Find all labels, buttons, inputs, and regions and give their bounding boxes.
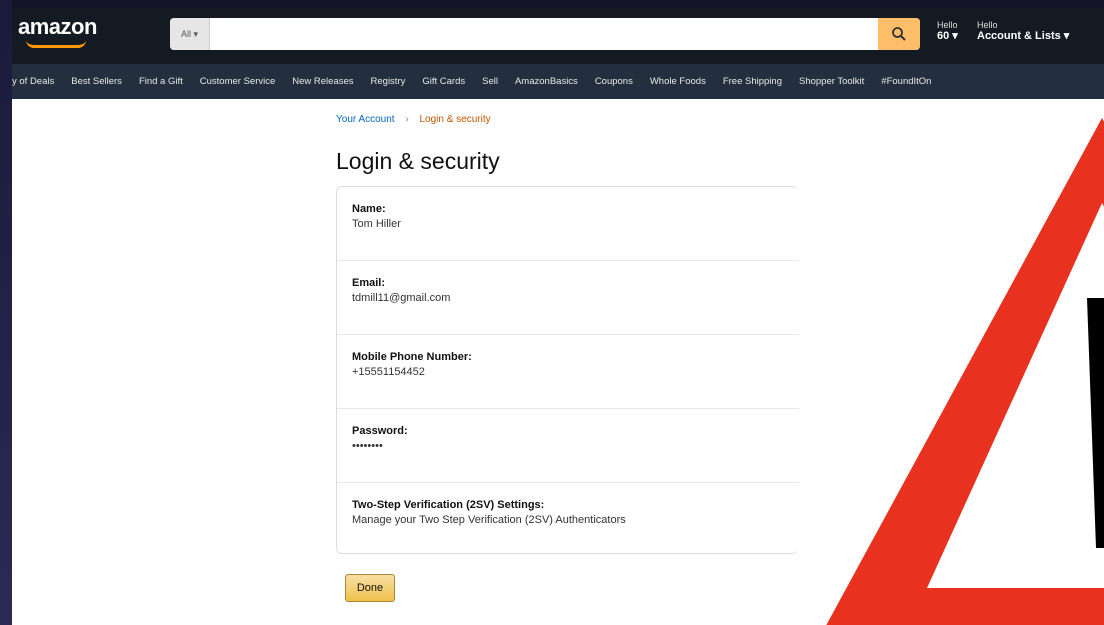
search-icon [892,27,906,41]
two-step-verification-label: Two-Step Verification (2SV) Settings: [352,499,545,511]
nav-item[interactable]: #FoundItOn [881,76,931,87]
nav-item[interactable]: Registry [371,76,406,87]
breadcrumb-current: Login & security [419,114,491,125]
breadcrumb: Your Account › Login & security [336,114,491,125]
two-step-verification-value: Manage your Two Step Verification (2SV) … [352,514,626,526]
nav-item[interactable]: AmazonBasics [515,76,578,87]
email-value: tdmill11@gmail.com [352,292,451,304]
nav-item[interactable]: Find a Gift [139,76,183,87]
account-lists-label: Account & Lists ▾ [977,30,1070,42]
done-button[interactable]: Done [345,574,395,602]
password-row: Password: •••••••• [337,409,799,483]
nav-item[interactable]: Whole Foods [650,76,706,87]
account-lists-menu[interactable]: Hello Account & Lists ▾ [977,20,1069,42]
mobile-phone-row: Mobile Phone Number: +15551154452 [337,335,799,409]
nav-item[interactable]: Best Sellers [71,76,122,87]
language-selector[interactable]: Hello 60 ▾ [937,20,958,42]
photo-frame-top [0,0,1104,8]
nav-item[interactable]: Sell [482,76,498,87]
nav-item[interactable]: Free Shipping [723,76,782,87]
mobile-phone-label: Mobile Phone Number: [352,351,472,363]
secondary-navigation-bar: y of Deals Best Sellers Find a Gift Cust… [12,64,1104,99]
email-label: Email: [352,277,386,289]
breadcrumb-separator: › [405,114,409,125]
top-navigation-bar: amazon All ▾ Hello 60 ▾ Hello Account & … [12,8,1104,64]
photo-frame-left [0,0,12,625]
search-bar: All ▾ [170,18,920,50]
nav-item[interactable]: Gift Cards [422,76,465,87]
search-button[interactable] [878,18,920,50]
password-label: Password: [352,425,408,437]
nav-item[interactable]: New Releases [292,76,353,87]
page-title: Login & security [336,148,500,174]
amazon-smile-icon [26,40,86,48]
nav-item[interactable]: Customer Service [200,76,276,87]
language-value: 60 ▾ [937,30,958,42]
name-row: Name: Tom Hiller [337,187,799,261]
email-row: Email: tdmill11@gmail.com [337,261,799,335]
mobile-phone-value: +15551154452 [352,366,425,378]
nav-item[interactable]: Coupons [595,76,633,87]
search-input[interactable] [210,18,878,50]
breadcrumb-your-account[interactable]: Your Account [336,114,395,125]
two-step-verification-row: Two-Step Verification (2SV) Settings: Ma… [337,483,799,555]
search-category-dropdown[interactable]: All ▾ [170,18,210,50]
browser-screen: amazon All ▾ Hello 60 ▾ Hello Account & … [12,8,1104,625]
amazon-logo[interactable]: amazon [18,14,97,40]
name-label: Name: [352,203,386,215]
nav-item[interactable]: y of Deals [12,76,54,87]
password-value: •••••••• [352,440,383,452]
name-value: Tom Hiller [352,218,401,230]
nav-item[interactable]: Shopper Toolkit [799,76,864,87]
login-security-card: Name: Tom Hiller Email: tdmill11@gmail.c… [336,186,799,555]
warning-icon [826,118,1104,625]
